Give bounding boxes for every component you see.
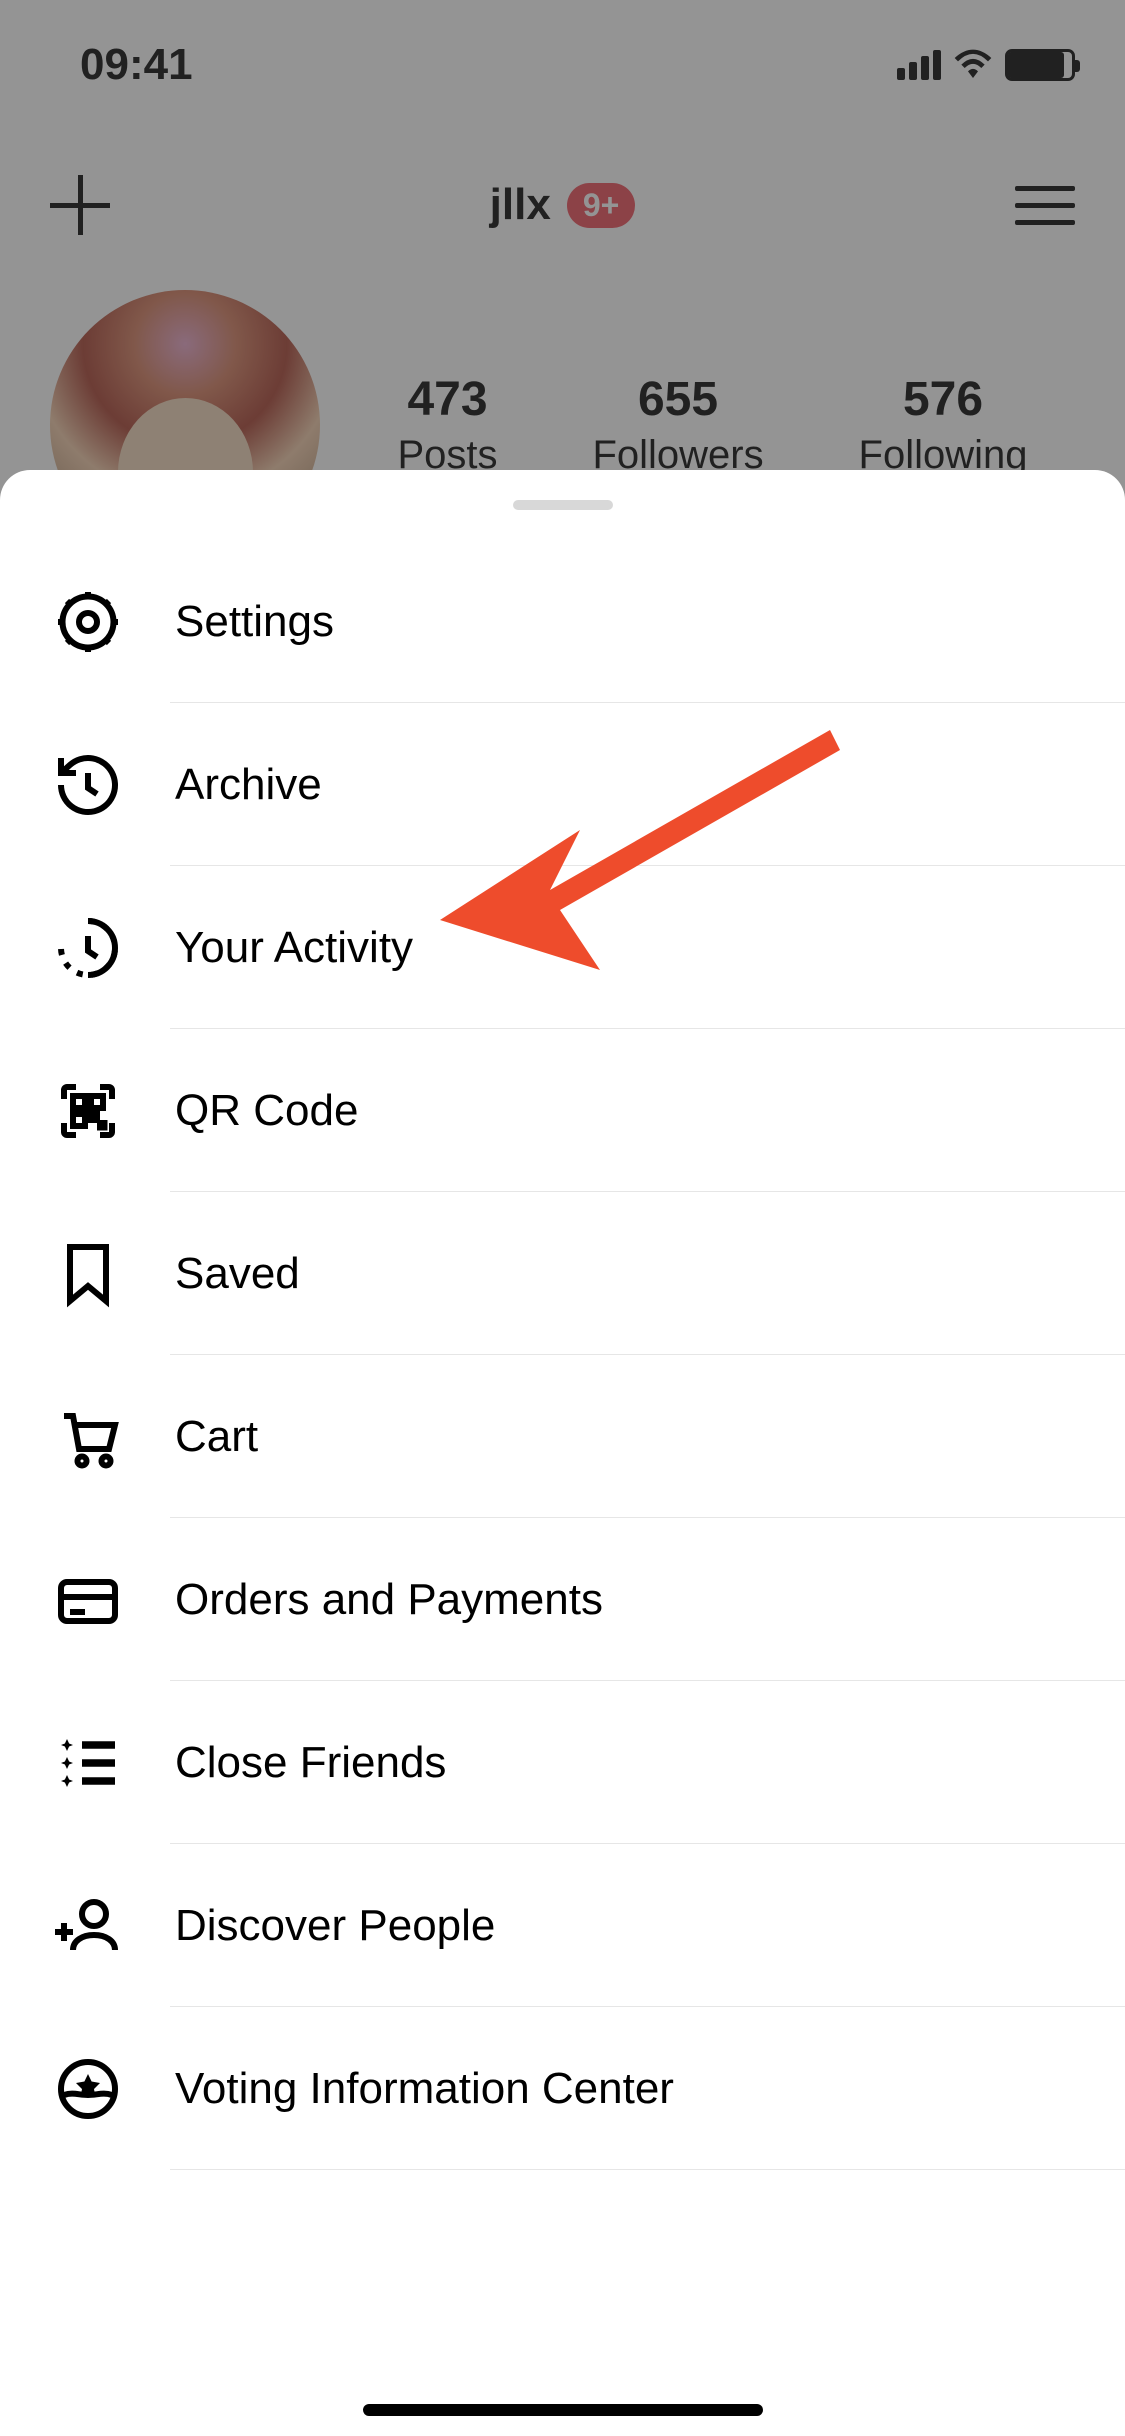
- cart-icon: [50, 1399, 125, 1474]
- qr-icon: [50, 1073, 125, 1148]
- gear-icon: [50, 584, 125, 659]
- menu-item-activity[interactable]: Your Activity: [0, 866, 1125, 1029]
- archive-icon: [50, 747, 125, 822]
- menu-item-qr[interactable]: QR Code: [0, 1029, 1125, 1192]
- menu-item-settings[interactable]: Settings: [0, 540, 1125, 703]
- menu-item-archive[interactable]: Archive: [0, 703, 1125, 866]
- menu-label: Archive: [175, 760, 322, 810]
- menu-item-close-friends[interactable]: Close Friends: [0, 1681, 1125, 1844]
- menu-label: Voting Information Center: [175, 2064, 674, 2114]
- activity-icon: [50, 910, 125, 985]
- vote-icon: [50, 2051, 125, 2126]
- menu-label: Settings: [175, 597, 334, 647]
- menu-label: Saved: [175, 1249, 300, 1299]
- drag-handle[interactable]: [513, 500, 613, 510]
- card-icon: [50, 1562, 125, 1637]
- menu-label: Discover People: [175, 1901, 495, 1951]
- home-indicator[interactable]: [363, 2404, 763, 2416]
- menu-label: QR Code: [175, 1086, 358, 1136]
- menu-item-orders[interactable]: Orders and Payments: [0, 1518, 1125, 1681]
- menu-item-discover[interactable]: Discover People: [0, 1844, 1125, 2007]
- menu-sheet: Settings Archive Your Activity QR Code S…: [0, 470, 1125, 2436]
- discover-icon: [50, 1888, 125, 1963]
- bookmark-icon: [50, 1236, 125, 1311]
- menu-label: Cart: [175, 1412, 258, 1462]
- close-friends-icon: [50, 1725, 125, 1800]
- menu-item-cart[interactable]: Cart: [0, 1355, 1125, 1518]
- menu-label: Close Friends: [175, 1738, 446, 1788]
- menu-item-voting[interactable]: Voting Information Center: [0, 2007, 1125, 2170]
- menu-label: Orders and Payments: [175, 1575, 603, 1625]
- menu-label: Your Activity: [175, 923, 413, 973]
- menu-item-saved[interactable]: Saved: [0, 1192, 1125, 1355]
